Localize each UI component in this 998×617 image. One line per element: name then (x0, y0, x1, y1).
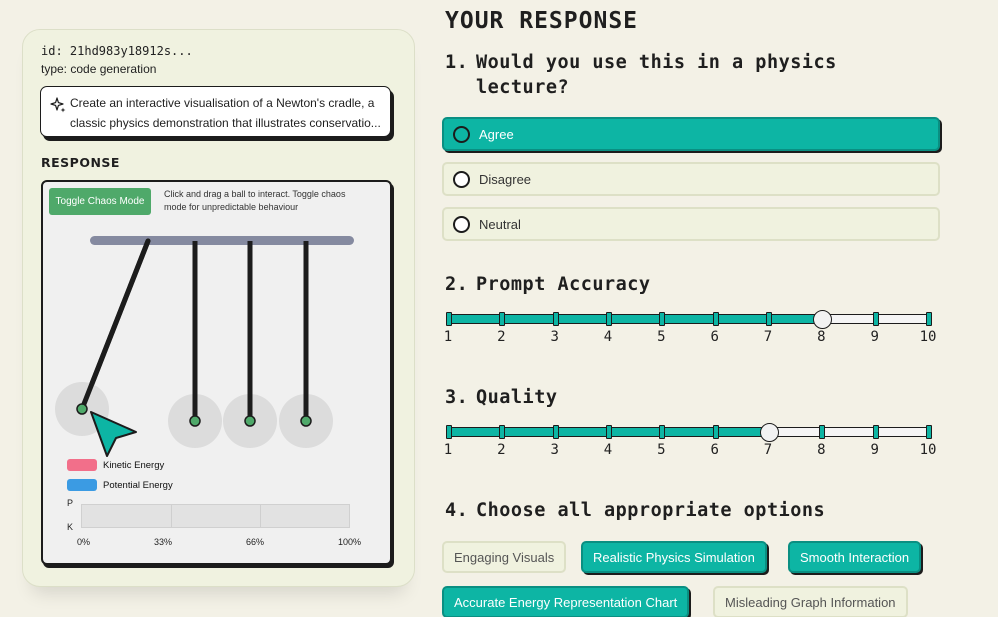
slider-tick-label: 2 (497, 442, 506, 458)
kinetic-swatch (67, 459, 97, 471)
energy-chart (81, 504, 350, 528)
legend-potential: Potential Energy (67, 479, 173, 491)
quality-slider[interactable]: 1 2 3 4 5 6 8 9 10 7 (443, 421, 936, 458)
cradle-instructions: Click and drag a ball to interact. Toggl… (164, 189, 346, 212)
sparkle-icon (50, 97, 66, 113)
slider-tick[interactable] (499, 312, 506, 326)
slider-tick[interactable] (606, 312, 612, 326)
cursor-pointer-icon (90, 411, 137, 457)
legend-potential-label: Potential Energy (103, 479, 173, 491)
ball-pivot-2 (189, 415, 201, 427)
potential-swatch (67, 479, 97, 491)
chip-smooth-interaction[interactable]: Smooth Interaction (788, 541, 922, 573)
newtons-cradle-preview[interactable]: Toggle Chaos Mode Click and drag a ball … (41, 180, 392, 565)
option-agree-label: Agree (479, 126, 514, 142)
prompt-accuracy-slider[interactable]: 1 2 3 4 5 6 7 9 10 8 (443, 308, 936, 345)
slider-tick-label: 8 (817, 442, 826, 458)
slider-tick[interactable] (446, 425, 452, 439)
energy-axis-tick: 33% (154, 537, 173, 547)
slider-tick[interactable] (766, 312, 772, 326)
slider-tick[interactable] (659, 312, 666, 326)
energy-axis-tick: 0% (77, 537, 91, 547)
response-card: id: 21hd983y18912s... type: code generat… (22, 29, 415, 587)
slider-tick-label: 3 (550, 442, 559, 458)
ball-pivot-1 (76, 403, 88, 415)
slider-tick-label: 7 (763, 442, 773, 458)
energy-bar-label-p: P (67, 498, 74, 508)
slider-tick-label: 9 (870, 442, 879, 458)
slider-tick-label: 7 (763, 329, 773, 345)
ball-pivot-3 (244, 415, 256, 427)
slider-tick[interactable] (659, 425, 666, 439)
slider-thumb[interactable] (760, 423, 779, 442)
legend-kinetic-label: Kinetic Energy (103, 459, 165, 471)
cradle-top-bar (90, 236, 354, 245)
slider-tick[interactable] (872, 312, 879, 326)
prompt-text-line-2: classic physics demonstration that illus… (70, 116, 381, 130)
slider-tick-label: 6 (710, 329, 719, 345)
slider-tick-label: 5 (657, 442, 666, 458)
radio-disagree[interactable] (453, 170, 470, 188)
slider-tick-label: 9 (870, 329, 879, 345)
slider-tick-label: 1 (443, 442, 453, 458)
energy-axis-tick: 66% (246, 537, 265, 547)
slider-tick[interactable] (712, 312, 719, 326)
option-neutral[interactable]: Neutral (442, 207, 940, 241)
slider-tick-label: 10 (919, 329, 937, 345)
option-disagree-label: Disagree (479, 171, 532, 187)
energy-axis-tick: 100% (338, 537, 362, 547)
chip-engaging-visuals[interactable]: Engaging Visuals (442, 541, 567, 573)
slider-tick[interactable] (552, 425, 559, 439)
slider-tick[interactable] (926, 312, 932, 326)
slider-tick-label: 2 (497, 329, 506, 345)
slider-thumb[interactable] (813, 310, 833, 329)
slider-tick-label: 6 (710, 442, 719, 458)
slider-tick[interactable] (712, 425, 719, 439)
slider-tick-label: 10 (919, 442, 937, 458)
ball-pivot-4 (300, 415, 312, 427)
task-id: id: 21hd983y18912s... (41, 44, 193, 58)
slider-tick-label: 4 (603, 442, 613, 458)
legend-kinetic: Kinetic Energy (67, 459, 164, 471)
question-4-title: 4. Choose all appropriate options (445, 500, 826, 521)
task-type: type: code generation (41, 62, 157, 76)
slider-tick-label: 4 (603, 329, 613, 345)
slider-tick-label: 5 (657, 329, 666, 345)
slider-tick-label: 1 (443, 329, 453, 345)
question-3-title: 3. Quality (445, 387, 558, 408)
question-2-title: 2. Prompt Accuracy (445, 274, 651, 295)
slider-tick[interactable] (552, 312, 559, 326)
prompt-text-line-1: Create an interactive visualisation of a… (70, 96, 375, 110)
slider-tick[interactable] (819, 425, 826, 439)
option-neutral-label: Neutral (479, 216, 521, 232)
slider-tick[interactable] (606, 425, 612, 439)
option-agree[interactable]: Agree (442, 117, 940, 151)
chip-realistic-physics-simulation[interactable]: Realistic Physics Simulation (581, 541, 767, 573)
slider-tick[interactable] (872, 425, 879, 439)
slider-tick-label: 3 (550, 329, 559, 345)
response-heading: RESPONSE (41, 155, 120, 170)
prompt-box[interactable]: Create an interactive visualisation of a… (40, 86, 391, 137)
slider-tick[interactable] (499, 425, 506, 439)
energy-bar-label-k: K (67, 522, 74, 532)
radio-agree[interactable] (453, 125, 470, 143)
option-disagree[interactable]: Disagree (442, 162, 940, 196)
panel-title: YOUR RESPONSE (445, 8, 639, 34)
slider-tick[interactable] (926, 425, 932, 439)
toggle-chaos-mode-button[interactable]: Toggle Chaos Mode (49, 188, 151, 215)
radio-neutral[interactable] (453, 215, 470, 233)
slider-tick[interactable] (446, 312, 452, 326)
chip-accurate-energy-representation-chart[interactable]: Accurate Energy Representation Chart (442, 586, 690, 617)
question-1-title: 1. Would you use this in a physics lectur… (445, 52, 837, 98)
slider-tick-label: 8 (817, 329, 826, 345)
chip-misleading-graph-information[interactable]: Misleading Graph Information (713, 586, 908, 617)
